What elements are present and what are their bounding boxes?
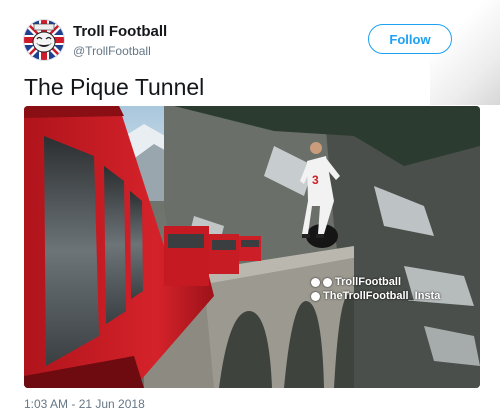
jersey-number: 3 [312,173,319,187]
follow-button[interactable]: Follow [368,24,452,54]
facebook-icon [311,278,320,287]
troll-face-avatar-icon [24,20,64,60]
instagram-icon [311,292,320,301]
train-viaduct-photo-icon: 3 [24,106,480,388]
account-names: Troll Football @TrollFootball [73,22,167,60]
avatar[interactable] [24,20,64,60]
account-handle[interactable]: @TrollFootball [73,43,167,60]
display-name[interactable]: Troll Football [73,22,167,41]
twitter-icon [323,278,332,287]
watermark-line2: TheTrollFootball_Insta [323,290,441,302]
tweet-media-photo[interactable]: 3 TrollFootball TheTrollFootball_Insta [24,106,480,388]
watermark-social: TrollFootball [311,276,480,289]
tweet-text: The Pique Tunnel [24,74,205,100]
watermark-line1: TrollFootball [335,276,401,288]
tweet-header: Troll Football @TrollFootball Follow [24,18,482,62]
tweet-card: Troll Football @TrollFootball Follow The… [0,0,500,416]
watermark-instagram: TheTrollFootball_Insta [311,290,480,303]
tweet-timestamp[interactable]: 1:03 AM - 21 Jun 2018 [24,396,145,412]
